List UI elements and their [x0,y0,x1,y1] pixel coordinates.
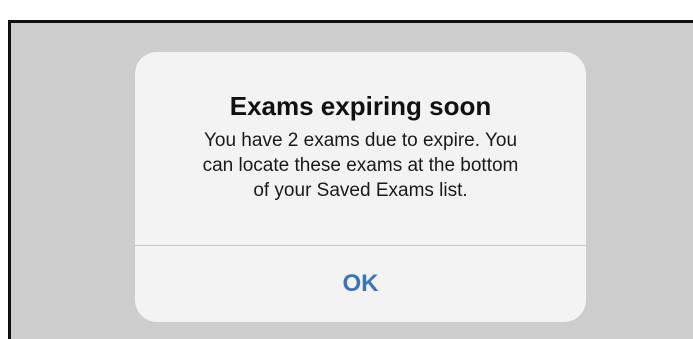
screen-frame: Exams expiring soon You have 2 exams due… [8,20,693,339]
alert-message-line-1: You have 2 exams due to expire. You [203,130,518,151]
alert-title: Exams expiring soon [229,91,492,121]
alert-message-line-3: of your Saved Exams list. [253,180,468,201]
alert-content: Exams expiring soon You have 2 exams due… [135,52,586,245]
alert-message: You have 2 exams due to expire. You can … [159,128,562,203]
alert-message-line-2: can locate these exams at the bottom [202,155,519,176]
alert-dialog: Exams expiring soon You have 2 exams due… [135,52,586,322]
ok-button[interactable]: OK [135,246,586,322]
